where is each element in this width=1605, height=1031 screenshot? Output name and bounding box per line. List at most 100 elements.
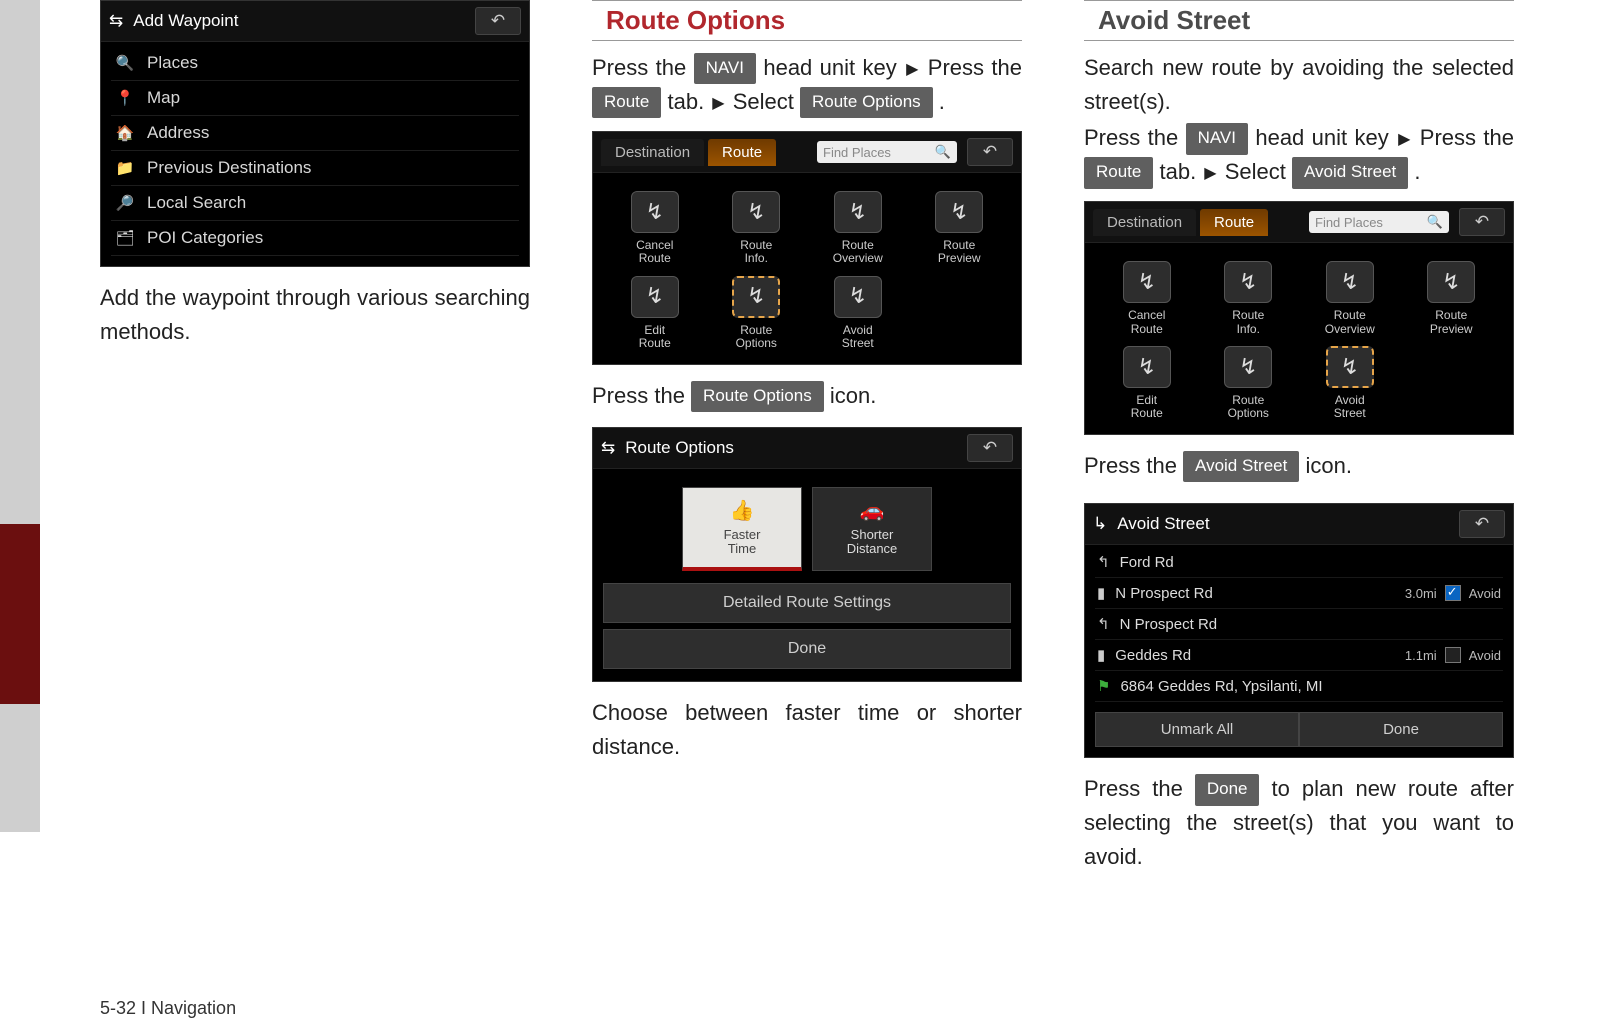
text: Press the [592,55,694,80]
route-cell-label: RoutePreview [1430,309,1473,335]
tab-route[interactable]: Route [708,139,776,166]
text: Select [1219,159,1292,184]
route-options-dialog-title: Route Options [625,438,734,458]
col3-para1: Search new route by avoiding the selecte… [1084,51,1514,119]
route-grid-cell[interactable]: ↯ RouteOverview [1302,261,1398,335]
waypoint-menu-item[interactable]: 🗂POI Categories [111,221,519,256]
street-row-right: 3.0mi Avoid [1405,585,1501,601]
back-button[interactable]: ↶ [967,434,1013,462]
route-cell-label: RouteOverview [1325,309,1375,335]
faster-time-tile[interactable]: 👍 Faster Time [682,487,802,571]
route-cell-icon: ↯ [1326,346,1374,388]
unmark-all-button[interactable]: Unmark All [1095,712,1299,747]
route-grid-cell[interactable]: ↯RoutePreview [1404,261,1500,335]
waypoint-menu-list: 🔍Places📍Map🏠Address📁Previous Destination… [101,42,529,266]
route-cell-label: RouteOverview [833,239,883,265]
route-grid-cell[interactable]: ↯RouteOptions [709,276,805,350]
add-waypoint-title: Add Waypoint [133,11,238,31]
route-grid-cell[interactable]: ↯ AvoidStreet [1302,346,1398,420]
text: . [1408,159,1420,184]
column-2: Route Options Press the NAVI head unit k… [592,0,1022,875]
waypoint-menu-item[interactable]: 📁Previous Destinations [111,151,519,186]
text: Press the [1084,453,1183,478]
waypoint-menu-item[interactable]: 🔍Places [111,46,519,81]
triangle-icon: ▶ [1398,128,1410,153]
avoid-street-row[interactable]: ▮ N Prospect Rd 3.0mi Avoid [1095,578,1503,609]
street-name: N Prospect Rd [1115,585,1213,602]
avoid-street-key: Avoid Street [1292,157,1408,188]
text: Select [727,89,800,114]
route-cell-label: AvoidStreet [842,324,874,350]
avoid-street-row[interactable]: ▮Geddes Rd1.1miAvoid [1095,640,1503,671]
back-button[interactable]: ↶ [475,7,521,35]
find-places-input[interactable]: Find Places 🔍 [817,141,957,163]
shorter-distance-tile[interactable]: 🚗 Shorter Distance [812,487,932,571]
tab-destination[interactable]: Destination [1093,209,1196,236]
avoid-label: Avoid [1469,586,1501,601]
route-grid-cell[interactable]: ↯ AvoidStreet [810,276,906,350]
waypoint-menu-label: Places [147,53,198,73]
col2-para1: Press the NAVI head unit key ▶ Press the… [592,51,1022,119]
street-name: Ford Rd [1120,554,1174,571]
route-cell-icon: ↯ [834,276,882,318]
avoid-street-row[interactable]: ↰Ford Rd [1095,547,1503,578]
col3-para3: Press the Avoid Street icon. [1084,449,1514,483]
back-button[interactable]: ↶ [967,138,1013,166]
route-grid-cell[interactable]: ↯RouteInfo. [1201,261,1297,335]
street-distance: 3.0mi [1405,586,1437,601]
street-name: N Prospect Rd [1120,616,1218,633]
back-button[interactable]: ↶ [1459,510,1505,538]
done-button[interactable]: Done [603,629,1011,669]
detailed-route-settings-button[interactable]: Detailed Route Settings [603,583,1011,623]
page-margin-bar [0,0,40,832]
turn-icon: ▮ [1097,584,1105,602]
route-options-dialog: ⇆ Route Options ↶ 👍 Faster Time 🚗 Shorte… [592,427,1022,682]
avoid-street-row[interactable]: ↰N Prospect Rd [1095,609,1503,640]
route-cell-icon: ↯ [1123,346,1171,388]
waypoint-menu-item[interactable]: 🔎Local Search [111,186,519,221]
back-arrow-icon: ↶ [491,11,505,31]
back-button[interactable]: ↶ [1459,208,1505,236]
destination-flag-icon: ⚑ [1097,677,1110,695]
back-arrow-icon: ↶ [1475,514,1489,534]
route-cell-icon: ↯ [1224,261,1272,303]
route-grid-cell[interactable]: ↯RoutePreview [912,191,1008,265]
route-icon-grid: ↯CancelRoute↯RouteInfo.↯RouteOverview↯Ro… [593,173,1021,364]
avoid-street-heading: Avoid Street [1084,0,1514,41]
route-grid-cell[interactable]: ↯EditRoute [607,276,703,350]
route-grid-cell[interactable]: ↯RouteOptions [1201,346,1297,420]
avoid-checkbox[interactable] [1445,647,1461,663]
route-grid-cell[interactable]: ↯CancelRoute [607,191,703,265]
column-1: ⇆ Add Waypoint ↶ 🔍Places📍Map🏠Address📁Pre… [100,0,530,875]
done-button[interactable]: Done [1299,712,1503,747]
route-cell-icon: ↯ [732,191,780,233]
route-grid-cell[interactable]: ↯ RouteOverview [810,191,906,265]
avoid-checkbox[interactable] [1445,585,1461,601]
waypoint-menu-item[interactable]: 📍Map [111,81,519,116]
done-key: Done [1195,774,1260,805]
avoid-street-row[interactable]: ⚑ 6864 Geddes Rd, Ypsilanti, MI [1095,671,1503,702]
navi-key: NAVI [694,53,756,84]
waypoint-menu-item[interactable]: 🏠Address [111,116,519,151]
route-cell-label: EditRoute [639,324,671,350]
route-cell-icon: ↯ [1326,261,1374,303]
col2-caption2: Choose between faster time or shorter di… [592,696,1022,764]
avoid-street-dialog-title: Avoid Street [1117,514,1209,534]
route-cell-icon: ↯ [834,191,882,233]
route-grid-cell[interactable]: ↯RouteInfo. [709,191,805,265]
route-options-key: Route Options [691,381,824,412]
page-margin-accent [0,524,40,704]
route-cell-label: AvoidStreet [1334,394,1366,420]
tab-destination[interactable]: Destination [601,139,704,166]
route-cell-label: CancelRoute [636,239,673,265]
route-cell-label: RouteOptions [736,324,777,350]
route-grid-cell[interactable]: ↯EditRoute [1099,346,1195,420]
route-cell-icon: ↯ [935,191,983,233]
waypoint-menu-label: Map [147,88,180,108]
street-name: 6864 Geddes Rd, Ypsilanti, MI [1120,678,1322,695]
find-places-input[interactable]: Find Places 🔍 [1309,211,1449,233]
waypoint-route-icon: ⇆ [109,11,123,31]
triangle-icon: ▶ [712,92,724,117]
route-grid-cell[interactable]: ↯CancelRoute [1099,261,1195,335]
tab-route[interactable]: Route [1200,209,1268,236]
